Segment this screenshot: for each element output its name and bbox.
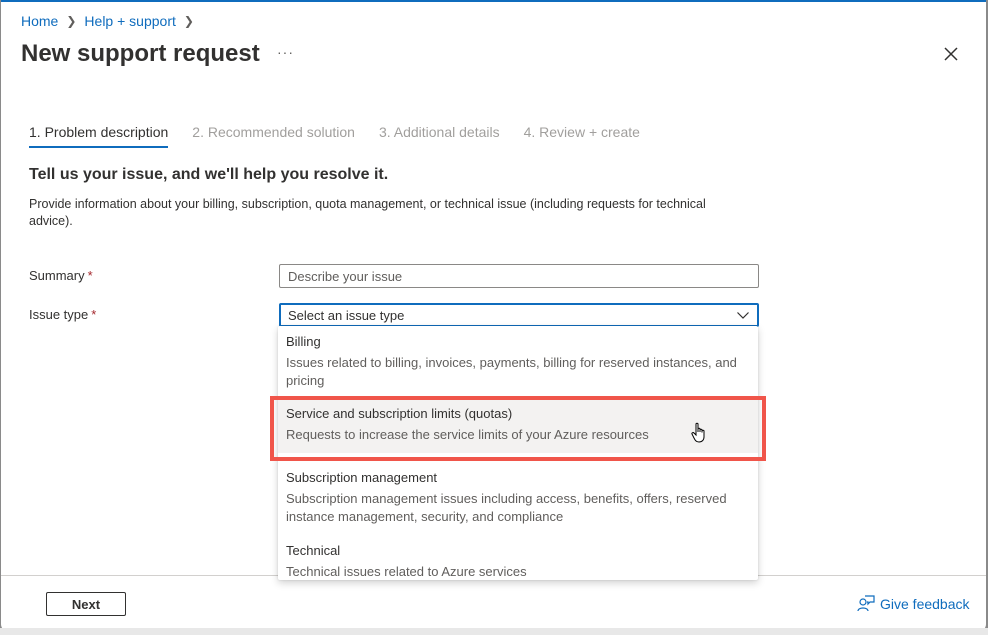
tab-additional-details[interactable]: 3. Additional details bbox=[379, 124, 500, 148]
issue-option-subscription-management[interactable]: Subscription management Subscription man… bbox=[278, 462, 758, 533]
breadcrumb-help-support[interactable]: Help + support bbox=[84, 13, 175, 29]
breadcrumb-home[interactable]: Home bbox=[21, 13, 58, 29]
chevron-right-icon: ❯ bbox=[183, 14, 194, 28]
option-description: Issues related to billing, invoices, pay… bbox=[286, 355, 737, 388]
hand-cursor-icon bbox=[691, 422, 705, 443]
issue-option-quotas[interactable]: Service and subscription limits (quotas)… bbox=[278, 398, 758, 453]
give-feedback-link[interactable]: Give feedback bbox=[857, 595, 970, 613]
form-heading: Tell us your issue, and we'll help you r… bbox=[29, 166, 389, 183]
option-description: Technical issues related to Azure servic… bbox=[286, 564, 527, 579]
option-title: Technical bbox=[286, 543, 341, 558]
summary-input[interactable] bbox=[279, 264, 759, 288]
tab-review-create[interactable]: 4. Review + create bbox=[524, 124, 640, 148]
tab-recommended-solution[interactable]: 2. Recommended solution bbox=[192, 124, 355, 148]
wizard-tabs: 1. Problem description 2. Recommended so… bbox=[29, 124, 664, 148]
chevron-down-icon bbox=[737, 312, 749, 319]
tab-problem-description[interactable]: 1. Problem description bbox=[29, 124, 169, 148]
breadcrumb: Home ❯ Help + support ❯ bbox=[21, 13, 202, 29]
issue-option-billing[interactable]: Billing Issues related to billing, invoi… bbox=[278, 326, 758, 397]
summary-label: Summary * bbox=[29, 268, 93, 283]
required-marker: * bbox=[91, 307, 97, 322]
feedback-icon bbox=[857, 595, 875, 612]
summary-label-text: Summary bbox=[29, 268, 85, 283]
chevron-right-icon: ❯ bbox=[66, 14, 77, 28]
give-feedback-label: Give feedback bbox=[880, 596, 970, 612]
issue-type-selected: Select an issue type bbox=[288, 307, 405, 323]
option-title: Billing bbox=[286, 334, 321, 349]
page-title: New support request bbox=[21, 40, 260, 67]
form-description: Provide information about your billing, … bbox=[29, 197, 706, 228]
background-window bbox=[0, 628, 988, 635]
issue-option-technical[interactable]: Technical Technical issues related to Az… bbox=[278, 535, 758, 588]
close-icon[interactable] bbox=[941, 44, 961, 64]
option-description: Subscription management issues including… bbox=[286, 491, 727, 524]
option-title: Subscription management bbox=[286, 470, 438, 485]
option-title: Service and subscription limits (quotas) bbox=[286, 406, 513, 421]
required-marker: * bbox=[87, 268, 93, 283]
issue-type-label: Issue type * bbox=[29, 307, 96, 322]
more-options-icon[interactable]: ··· bbox=[277, 44, 294, 60]
issue-type-label-text: Issue type bbox=[29, 307, 89, 322]
option-description: Requests to increase the service limits … bbox=[286, 427, 649, 442]
issue-type-dropdown[interactable]: Select an issue type bbox=[279, 303, 759, 327]
issue-type-options-list: Billing Issues related to billing, invoi… bbox=[278, 326, 758, 580]
next-button[interactable]: Next bbox=[46, 592, 126, 616]
